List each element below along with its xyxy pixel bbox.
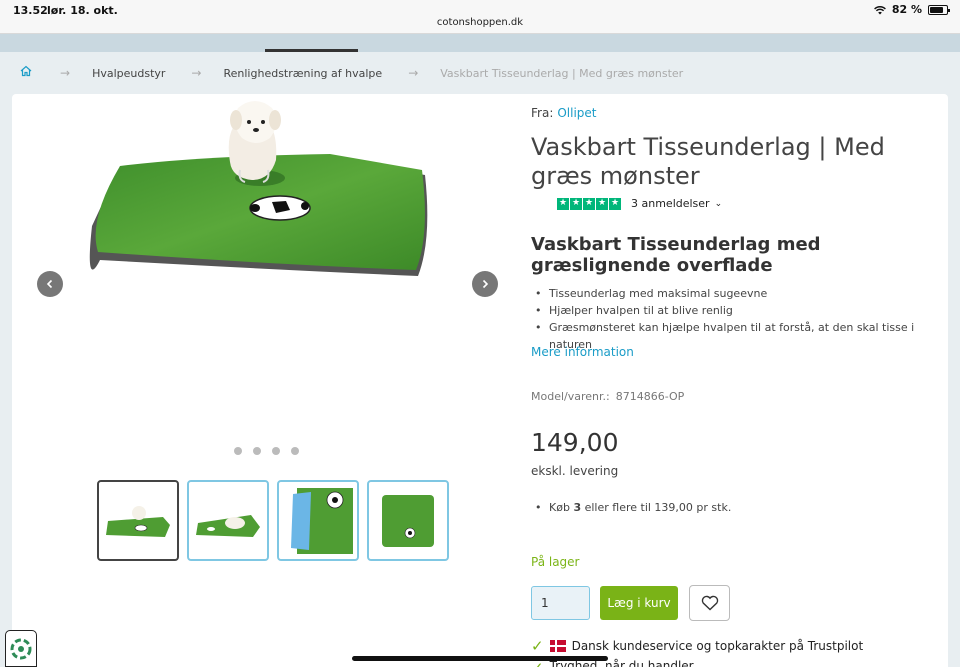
gallery-dot[interactable] <box>272 447 280 455</box>
wifi-icon <box>873 5 886 14</box>
breadcrumb-item-renlighed[interactable]: Renlighedstræning af hvalpe <box>223 67 382 80</box>
price-note: ekskl. levering <box>531 464 619 478</box>
feature-item: Hjælper hvalpen til at blive renlig <box>535 302 949 319</box>
model-value: 8714866-OP <box>615 390 685 403</box>
thumbnail-3[interactable] <box>277 480 359 561</box>
breadcrumb: → Hvalpeudstyr → Renlighedstræning af hv… <box>20 62 683 84</box>
product-title: Vaskbart Tisseunderlag | Med græs mønste… <box>531 133 885 190</box>
feature-item: Tisseunderlag med maksimal sugeevne <box>535 285 949 302</box>
status-date: lør. 18. okt. <box>47 4 118 17</box>
gallery-next-button[interactable] <box>472 271 498 297</box>
gallery-dot[interactable] <box>291 447 299 455</box>
chevron-left-icon <box>46 279 53 289</box>
more-info-link[interactable]: Mere information <box>531 345 634 359</box>
gallery-dots <box>234 447 299 455</box>
thumbnail-2[interactable] <box>187 480 269 561</box>
model-label: Model/varenr.: <box>531 390 610 403</box>
check-icon: ✓ <box>531 637 544 655</box>
nav-active-indicator <box>265 49 358 52</box>
status-time: 13.52 <box>13 4 48 17</box>
status-right: 82 % <box>873 3 950 16</box>
thumbnail-image <box>382 494 434 547</box>
feature-list: Tisseunderlag med maksimal sugeevne Hjæl… <box>535 285 949 353</box>
thumbnail-image <box>196 514 260 537</box>
breadcrumb-arrow-icon: → <box>191 66 202 80</box>
price: 149,00 <box>531 428 619 457</box>
breadcrumb-item-hvalpeudstyr[interactable]: Hvalpeudstyr <box>92 67 165 80</box>
product-image[interactable] <box>80 100 430 285</box>
chevron-down-icon: ⌄ <box>714 198 723 209</box>
stock-status: På lager <box>531 555 580 569</box>
trustpilot-stars: ★ ★ ★ ★ ★ <box>557 197 621 210</box>
site-header <box>0 34 960 52</box>
home-indicator <box>352 656 608 661</box>
star-icon: ★ <box>557 197 569 210</box>
bulk-discount: Køb 3 eller flere til 139,00 pr stk. <box>535 501 732 514</box>
brand-line: Fra: Ollipet <box>531 106 597 120</box>
star-icon: ★ <box>570 197 582 210</box>
danish-flag-icon <box>549 640 566 652</box>
bulk-prefix: Køb <box>549 501 570 514</box>
chat-badge-icon[interactable] <box>5 630 37 667</box>
product-subtitle: Vaskbart Tisseunderlag med græslignende … <box>531 234 821 276</box>
gallery-dot[interactable] <box>253 447 261 455</box>
star-icon: ★ <box>596 197 608 210</box>
breadcrumb-arrow-icon: → <box>60 66 71 80</box>
wishlist-button[interactable] <box>689 585 730 621</box>
home-icon[interactable] <box>20 65 34 81</box>
thumbnail-1[interactable] <box>97 480 179 561</box>
chevron-right-icon <box>482 279 489 289</box>
star-icon: ★ <box>583 197 595 210</box>
breadcrumb-current: Vaskbart Tisseunderlag | Med græs mønste… <box>440 66 684 80</box>
heart-icon <box>701 595 718 611</box>
thumbnail-image <box>106 505 170 537</box>
model-number: Model/varenr.: 8714866-OP <box>531 390 684 403</box>
gallery-dot[interactable] <box>234 447 242 455</box>
rating[interactable]: ★ ★ ★ ★ ★ 3 anmeldelser ⌄ <box>557 197 722 210</box>
battery-icon <box>928 4 950 15</box>
bulk-suffix: eller flere til 139,00 pr stk. <box>584 501 732 514</box>
brand-link[interactable]: Ollipet <box>557 106 596 120</box>
thumbnail-strip <box>97 480 449 561</box>
brand-prefix: Fra: <box>531 106 554 120</box>
gallery-prev-button[interactable] <box>37 271 63 297</box>
reviews-count[interactable]: 3 anmeldelser <box>631 197 710 210</box>
trust-text: Dansk kundeservice og topkarakter på Tru… <box>571 639 864 653</box>
bulk-qty: 3 <box>573 501 582 514</box>
thumbnail-image <box>291 487 353 554</box>
star-icon: ★ <box>609 197 621 210</box>
breadcrumb-arrow-icon: → <box>408 66 419 80</box>
status-bar: 13.52 lør. 18. okt. cotonshoppen.dk 82 % <box>0 0 960 34</box>
quantity-input[interactable]: 1 <box>531 586 590 620</box>
thumbnail-4[interactable] <box>367 480 449 561</box>
add-to-cart-button[interactable]: Læg i kurv <box>600 586 678 620</box>
battery-text: 82 % <box>891 3 922 16</box>
address-bar-url[interactable]: cotonshoppen.dk <box>0 17 960 28</box>
trust-line: ✓ Dansk kundeservice og topkarakter på T… <box>531 637 863 655</box>
